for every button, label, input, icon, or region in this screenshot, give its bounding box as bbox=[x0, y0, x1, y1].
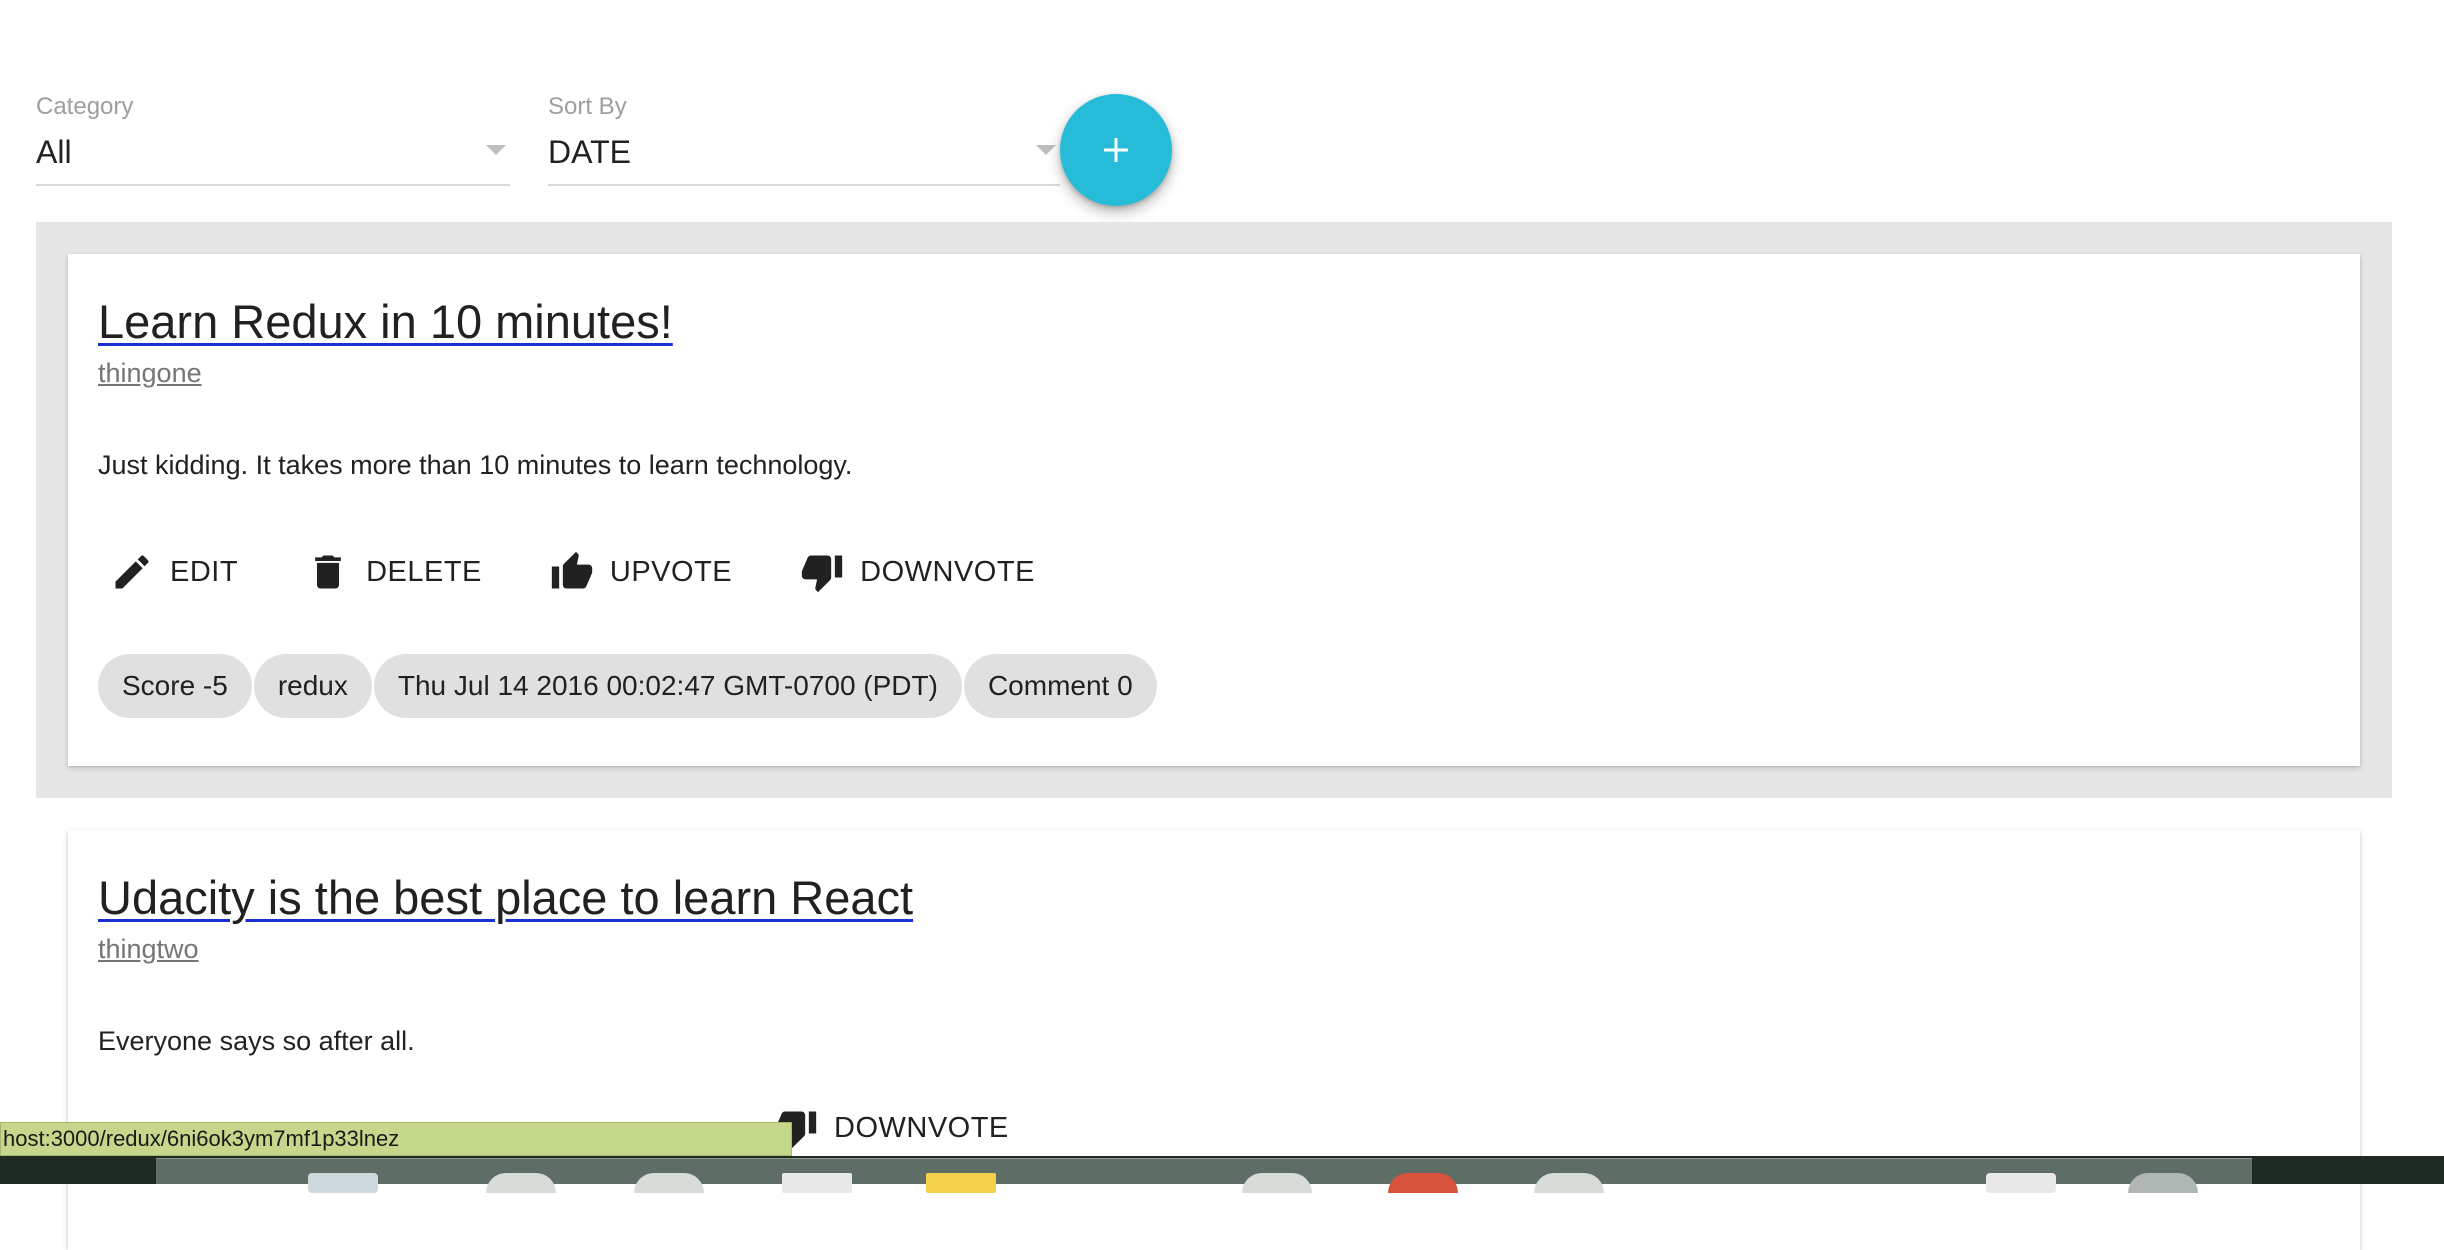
downvote-button[interactable]: DOWNVOTE bbox=[788, 540, 1047, 604]
edit-label: EDIT bbox=[170, 555, 239, 588]
post-body: Just kidding. It takes more than 10 minu… bbox=[98, 450, 853, 480]
link-status-bar: host:3000/redux/6ni6ok3ym7mf1p33lnez bbox=[0, 1122, 792, 1156]
edit-button[interactable]: EDIT bbox=[98, 540, 250, 604]
category-select[interactable]: Category All bbox=[36, 90, 510, 186]
post-card: Learn Redux in 10 minutes! thingone Just… bbox=[68, 254, 2360, 766]
score-chip: Score -5 bbox=[98, 654, 252, 718]
category-chip: redux bbox=[253, 654, 372, 718]
date-chip: Thu Jul 14 2016 00:02:47 GMT-0700 (PDT) bbox=[373, 654, 962, 718]
app-icon[interactable] bbox=[308, 1173, 378, 1193]
app-icon[interactable] bbox=[1388, 1173, 1458, 1193]
thumbs-up-icon bbox=[551, 551, 593, 589]
downvote-button[interactable]: DOWNVOTE bbox=[762, 1096, 1021, 1160]
sort-by-value: DATE bbox=[548, 134, 631, 170]
app-icon[interactable] bbox=[1242, 1173, 1312, 1193]
app-icon[interactable] bbox=[1986, 1173, 2056, 1193]
app-icon[interactable] bbox=[634, 1173, 704, 1193]
post-title-link[interactable]: Learn Redux in 10 minutes! bbox=[98, 294, 673, 349]
sort-by-label: Sort By bbox=[548, 93, 627, 120]
add-post-button[interactable] bbox=[1060, 94, 1172, 206]
downvote-label: DOWNVOTE bbox=[834, 1111, 1009, 1144]
app-icon[interactable] bbox=[486, 1173, 556, 1193]
plus-icon bbox=[1104, 138, 1128, 162]
delete-button[interactable]: DELETE bbox=[294, 540, 494, 604]
trash-icon bbox=[315, 555, 341, 589]
app-icon[interactable] bbox=[2128, 1173, 2198, 1193]
category-value: All bbox=[36, 134, 72, 170]
delete-label: DELETE bbox=[366, 555, 482, 588]
post-actions: DOWNVOTE bbox=[762, 1096, 1065, 1160]
post-author-link[interactable]: thingtwo bbox=[98, 934, 199, 965]
app-icon[interactable] bbox=[782, 1173, 852, 1193]
category-label: Category bbox=[36, 93, 134, 120]
app-icon[interactable] bbox=[1534, 1173, 1604, 1193]
sort-by-select[interactable]: Sort By DATE bbox=[548, 90, 1060, 186]
post-author-link[interactable]: thingone bbox=[98, 358, 202, 389]
post-actions: EDIT DELETE UPVOTE DOWNVOTE bbox=[98, 540, 1091, 604]
dock bbox=[156, 1158, 2252, 1193]
dropdown-arrow-icon bbox=[486, 145, 506, 155]
upvote-button[interactable]: UPVOTE bbox=[538, 540, 744, 604]
pencil-icon bbox=[115, 555, 149, 589]
comment-count-chip: Comment 0 bbox=[963, 654, 1157, 718]
post-title-link[interactable]: Udacity is the best place to learn React bbox=[98, 870, 913, 925]
dropdown-arrow-icon bbox=[1036, 145, 1056, 155]
app-icon[interactable] bbox=[926, 1173, 996, 1193]
thumbs-down-icon bbox=[801, 555, 843, 593]
post-meta-chips: Score -5 redux Thu Jul 14 2016 00:02:47 … bbox=[98, 654, 1159, 718]
upvote-label: UPVOTE bbox=[609, 555, 733, 588]
post-body: Everyone says so after all. bbox=[98, 1026, 415, 1056]
downvote-label: DOWNVOTE bbox=[860, 555, 1035, 588]
